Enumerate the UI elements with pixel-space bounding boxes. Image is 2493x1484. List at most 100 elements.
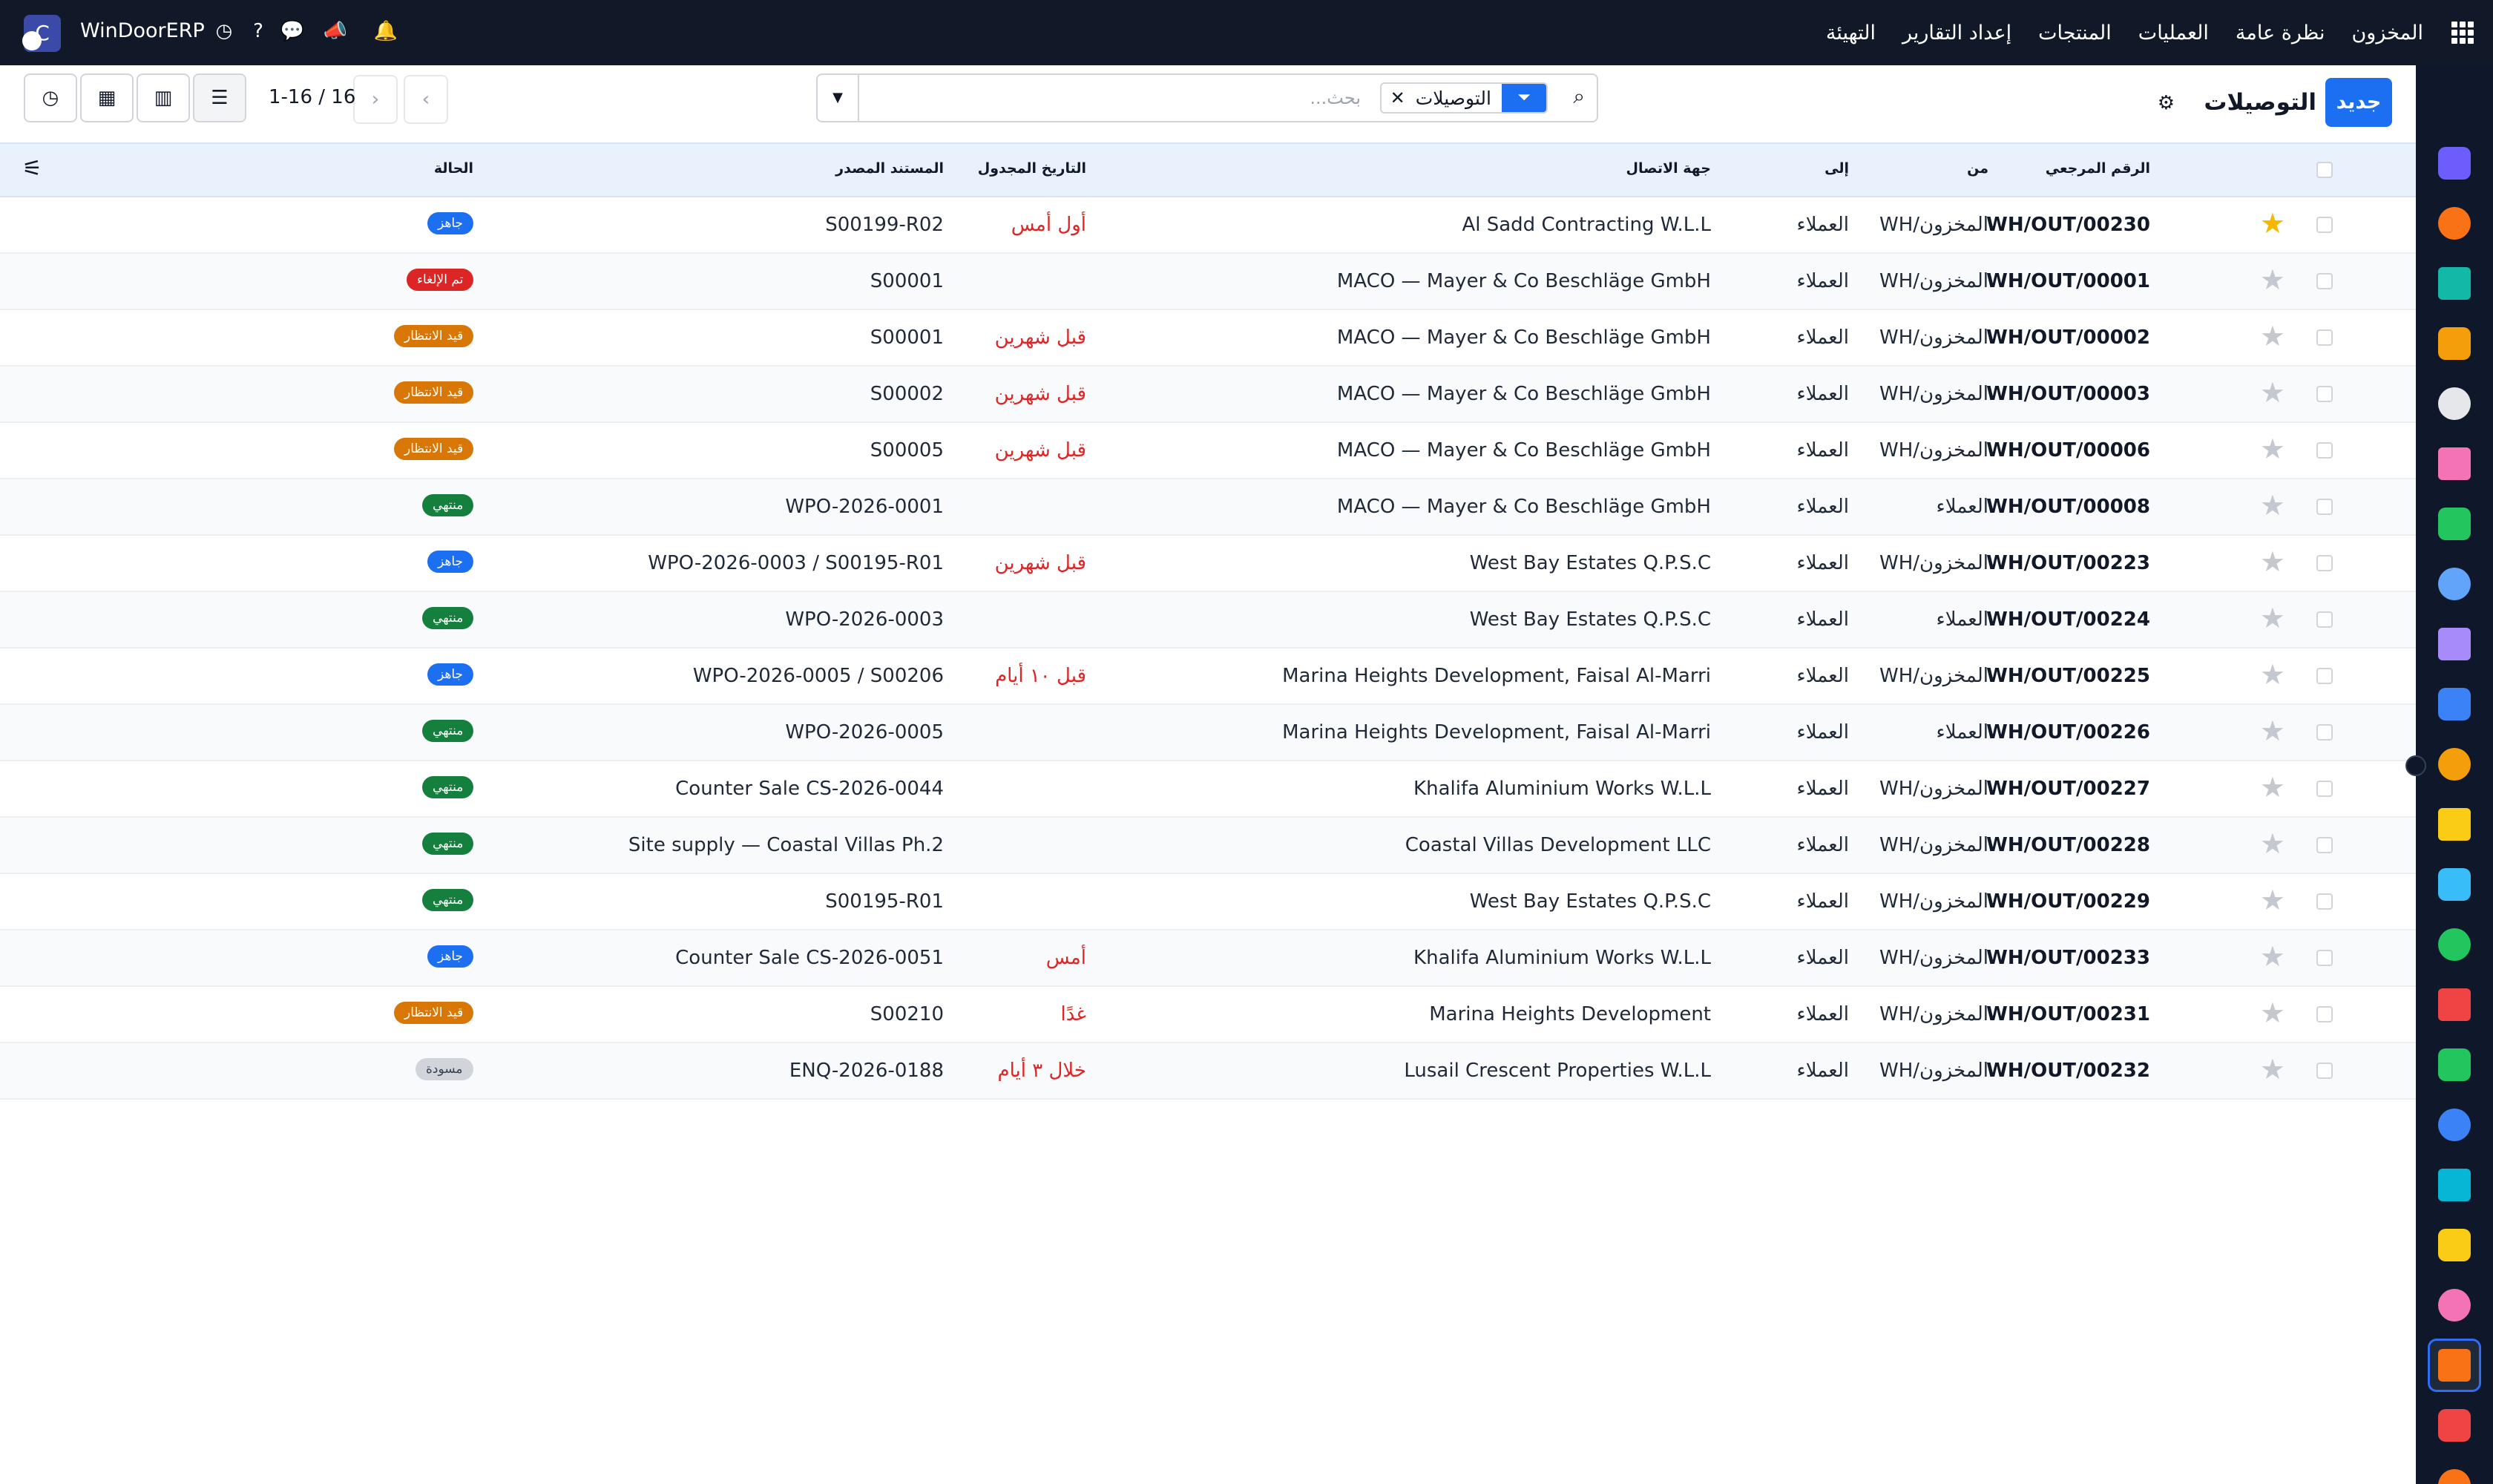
- table-row[interactable]: ★ WH/OUT/00002 WH/المخزون العملاء MACO — May…: [0, 310, 2416, 367]
- send-app-icon[interactable]: [2438, 1229, 2471, 1261]
- layers-app-icon[interactable]: [2438, 1289, 2471, 1322]
- menu-inventory[interactable]: المخزون: [2351, 22, 2423, 45]
- table-row[interactable]: ★ WH/OUT/00229 WH/المخزون العملاء West Bay E…: [0, 874, 2416, 930]
- list-view-button[interactable]: ☰: [193, 73, 246, 122]
- star-icon[interactable]: ★: [2260, 603, 2285, 634]
- row-checkbox[interactable]: [2316, 611, 2333, 628]
- table-row[interactable]: ★ WH/OUT/00008 العملاء العملاء MACO — Mayer …: [0, 479, 2416, 536]
- clock-icon[interactable]: ◷: [211, 18, 237, 45]
- search-icon[interactable]: ⌕: [1573, 84, 1585, 109]
- star-icon[interactable]: ★: [2260, 1054, 2285, 1085]
- tasks-app-icon[interactable]: [2438, 508, 2471, 540]
- table-row[interactable]: ★ WH/OUT/00231 WH/المخزون العملاء Marina Hei…: [0, 987, 2416, 1043]
- calendar-view-button[interactable]: ▦: [80, 73, 134, 122]
- discuss-app-icon[interactable]: [2438, 207, 2471, 240]
- box-app-icon[interactable]: [2438, 628, 2471, 660]
- menu-products[interactable]: المنتجات: [2038, 22, 2112, 45]
- gear-icon[interactable]: ⚙: [2158, 92, 2175, 114]
- crm-app-icon[interactable]: [2438, 267, 2471, 300]
- new-button[interactable]: جديد: [2325, 78, 2392, 127]
- search-options-toggle[interactable]: ▼: [818, 75, 859, 121]
- sign-app-icon[interactable]: [2438, 868, 2471, 901]
- book-app-icon[interactable]: [2438, 568, 2471, 600]
- row-checkbox[interactable]: [2316, 273, 2333, 289]
- star-icon[interactable]: ★: [2260, 941, 2285, 972]
- contact-app-icon[interactable]: [2438, 928, 2471, 961]
- table-row[interactable]: ★ WH/OUT/00224 العملاء العملاء West Bay Esta…: [0, 592, 2416, 649]
- sheet-app-icon[interactable]: [2438, 688, 2471, 720]
- reports-app-icon[interactable]: [2438, 327, 2471, 360]
- star-icon[interactable]: ★: [2260, 772, 2285, 803]
- bell-icon[interactable]: 🔔: [372, 18, 399, 45]
- inventory-app-icon[interactable]: [2438, 1349, 2471, 1382]
- hex-app-icon[interactable]: [2438, 1469, 2471, 1484]
- chat-icon[interactable]: 💬: [279, 18, 306, 45]
- row-checkbox[interactable]: [2316, 442, 2333, 459]
- gallery-app-icon[interactable]: [2438, 447, 2471, 480]
- table-row[interactable]: ★ WH/OUT/00233 WH/المخزون العملاء Khalifa Al…: [0, 930, 2416, 987]
- mail-app-icon[interactable]: [2438, 147, 2471, 180]
- table-row[interactable]: ★ WH/OUT/00226 العملاء العملاء Marina Height…: [0, 705, 2416, 761]
- table-row[interactable]: ★ WH/OUT/00230 WH/المخزون العملاء Al Sadd Co…: [0, 197, 2416, 254]
- apps-grid-icon[interactable]: [2450, 20, 2475, 45]
- table-row[interactable]: ★ WH/OUT/00227 WH/المخزون العملاء Khalifa Al…: [0, 761, 2416, 818]
- menu-overview[interactable]: نظرة عامة: [2236, 22, 2325, 45]
- facet-remove-icon[interactable]: ✕: [1382, 88, 1405, 108]
- row-checkbox[interactable]: [2316, 781, 2333, 797]
- star-filled-icon[interactable]: ★: [2260, 208, 2285, 239]
- row-checkbox[interactable]: [2316, 555, 2333, 571]
- star-icon[interactable]: ★: [2260, 377, 2285, 408]
- column-contact[interactable]: جهة الاتصال: [1626, 160, 1711, 177]
- row-checkbox[interactable]: [2316, 668, 2333, 684]
- column-source-document[interactable]: المستند المصدر: [835, 160, 944, 177]
- megaphone-icon[interactable]: 📣: [322, 18, 349, 45]
- time-app-icon[interactable]: [2438, 1109, 2471, 1141]
- menu-operations[interactable]: العمليات: [2138, 22, 2209, 45]
- column-to[interactable]: إلى: [1824, 160, 1849, 177]
- column-status[interactable]: الحالة: [434, 160, 473, 177]
- row-checkbox[interactable]: [2316, 217, 2333, 233]
- kanban-view-button[interactable]: ▥: [137, 73, 190, 122]
- company-logo[interactable]: C: [22, 15, 61, 52]
- table-row[interactable]: ★ WH/OUT/00232 WH/المخزون العملاء Lusail Cre…: [0, 1043, 2416, 1100]
- row-checkbox[interactable]: [2316, 950, 2333, 966]
- star-icon[interactable]: ★: [2260, 433, 2285, 464]
- column-reference[interactable]: الرقم المرجعي: [2046, 160, 2150, 177]
- row-checkbox[interactable]: [2316, 329, 2333, 346]
- row-checkbox[interactable]: [2316, 499, 2333, 515]
- whatsapp-app-icon[interactable]: [2438, 1048, 2471, 1081]
- row-checkbox[interactable]: [2316, 1063, 2333, 1079]
- star-icon[interactable]: ★: [2260, 715, 2285, 746]
- pie-app-icon[interactable]: [2438, 1409, 2471, 1442]
- activity-view-button[interactable]: ◷: [24, 73, 77, 122]
- row-checkbox[interactable]: [2316, 1006, 2333, 1022]
- company-name[interactable]: WinDoorERP: [80, 19, 205, 42]
- row-checkbox[interactable]: [2316, 893, 2333, 910]
- cube-app-icon[interactable]: [2438, 387, 2471, 420]
- table-row[interactable]: ★ WH/OUT/00228 WH/المخزون العملاء Coastal Vi…: [0, 818, 2416, 874]
- table-row[interactable]: ★ WH/OUT/00223 WH/المخزون العملاء West Bay E…: [0, 536, 2416, 592]
- menu-reporting[interactable]: إعداد التقارير: [1902, 22, 2011, 45]
- table-row[interactable]: ★ WH/OUT/00006 WH/المخزون العملاء MACO — May…: [0, 423, 2416, 479]
- calendar-app-icon[interactable]: [2438, 808, 2471, 841]
- row-checkbox[interactable]: [2316, 386, 2333, 402]
- table-row[interactable]: ★ WH/OUT/00003 WH/المخزون العملاء MACO — May…: [0, 367, 2416, 423]
- row-checkbox[interactable]: [2316, 724, 2333, 741]
- select-all-checkbox[interactable]: [2316, 162, 2333, 178]
- row-checkbox[interactable]: [2316, 837, 2333, 853]
- column-from[interactable]: من: [1967, 160, 1988, 177]
- search-input[interactable]: بحث...: [1310, 88, 1361, 108]
- star-icon[interactable]: ★: [2260, 321, 2285, 352]
- wave-app-icon[interactable]: [2438, 1169, 2471, 1201]
- pager-value[interactable]: 1-16 / 16: [269, 86, 355, 108]
- table-row[interactable]: ★ WH/OUT/00001 WH/المخزون العملاء MACO — May…: [0, 254, 2416, 310]
- column-scheduled-date[interactable]: التاريخ المجدول: [978, 160, 1086, 177]
- star-icon[interactable]: ★: [2260, 264, 2285, 295]
- people-app-icon[interactable]: [2438, 748, 2471, 781]
- pager-next-button[interactable]: ›: [353, 75, 398, 124]
- star-icon[interactable]: ★: [2260, 884, 2285, 916]
- help-icon[interactable]: ?: [245, 18, 272, 45]
- search-bar[interactable]: ▼ بحث... ⏷ التوصيلات ✕ ⌕: [816, 73, 1598, 122]
- star-icon[interactable]: ★: [2260, 997, 2285, 1028]
- star-icon[interactable]: ★: [2260, 659, 2285, 690]
